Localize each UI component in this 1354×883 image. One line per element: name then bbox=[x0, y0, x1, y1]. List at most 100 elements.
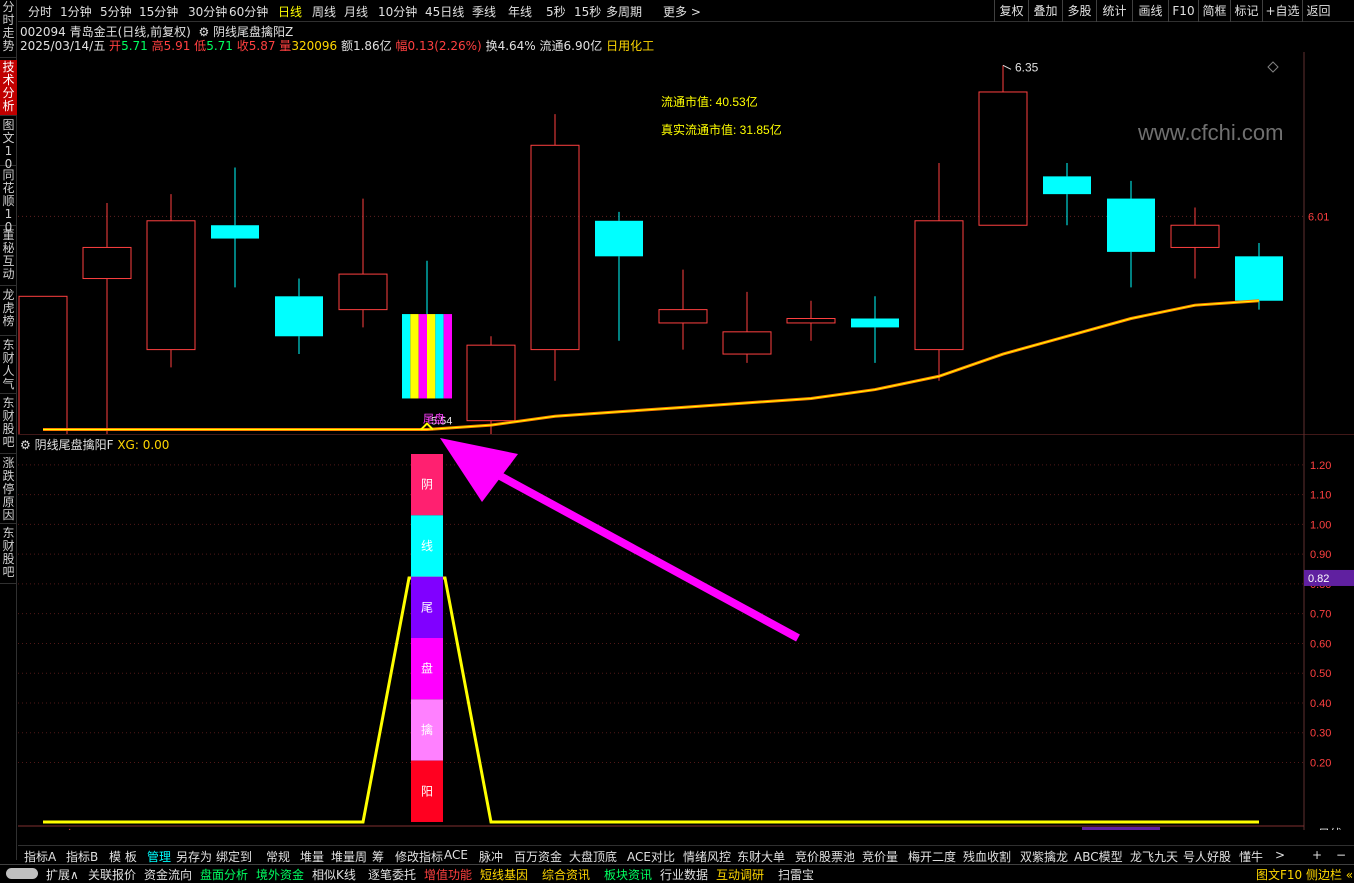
period-tab[interactable]: 周线 bbox=[312, 3, 336, 20]
indicator-tab[interactable]: 模 板 bbox=[109, 848, 137, 865]
indicator-tab[interactable]: ACE对比 bbox=[627, 848, 675, 865]
status-bar-item[interactable]: 综合资讯 bbox=[542, 866, 590, 883]
sector-name[interactable]: 日用化工 bbox=[606, 39, 654, 53]
status-bar-item[interactable]: 扫雷宝 bbox=[778, 866, 814, 883]
status-bar-item[interactable]: 扩展∧ bbox=[46, 866, 79, 883]
top-right-button[interactable]: F10 bbox=[1168, 0, 1198, 22]
indicator-tab[interactable]: 竞价股票池 bbox=[795, 848, 855, 865]
left-tab[interactable]: 董秘互动 bbox=[0, 228, 17, 286]
toggle-switch[interactable] bbox=[6, 868, 38, 879]
period-tab[interactable]: 5秒 bbox=[546, 3, 566, 20]
top-right-button[interactable]: 标记 bbox=[1230, 0, 1262, 22]
indicator-tab[interactable]: 百万资金 bbox=[514, 848, 562, 865]
status-bar-item[interactable]: 行业数据 bbox=[660, 866, 708, 883]
status-bar-item[interactable]: 增值功能 bbox=[424, 866, 472, 883]
candle[interactable] bbox=[658, 269, 708, 350]
candle[interactable] bbox=[722, 291, 772, 363]
candle[interactable] bbox=[466, 336, 516, 434]
status-bar-item[interactable]: 盘面分析 bbox=[200, 866, 248, 883]
status-bar-item[interactable]: 板块资讯 bbox=[604, 866, 652, 883]
top-right-button[interactable]: +自选 bbox=[1262, 0, 1302, 22]
diamond-icon[interactable] bbox=[1267, 61, 1279, 73]
period-tab[interactable]: 日线 bbox=[278, 3, 302, 20]
period-tab[interactable]: 5分钟 bbox=[100, 3, 132, 20]
status-bar-item[interactable]: 关联报价 bbox=[88, 866, 136, 883]
remove-indicator-button[interactable]: − bbox=[1336, 848, 1346, 862]
indicator-tab[interactable]: 指标B bbox=[66, 848, 98, 865]
left-tab[interactable]: 东财人气 bbox=[0, 338, 17, 394]
indicator-tab[interactable]: 东财大单 bbox=[737, 848, 785, 865]
indicator-tab[interactable]: 修改指标 bbox=[395, 848, 443, 865]
period-label[interactable]: 日线 bbox=[1318, 827, 1342, 830]
indicator-tab[interactable]: 堆量 bbox=[300, 848, 324, 865]
left-tab[interactable]: 同花顺10 bbox=[0, 168, 17, 234]
status-bar-item[interactable]: 互动调研 bbox=[716, 866, 764, 883]
candle[interactable] bbox=[530, 114, 580, 381]
top-right-button[interactable]: 返回 bbox=[1302, 0, 1334, 22]
status-bar-item[interactable]: 境外资金 bbox=[256, 866, 304, 883]
indicator-tab[interactable]: 残血收割 bbox=[963, 848, 1011, 865]
period-tab[interactable]: 15秒 bbox=[574, 3, 601, 20]
indicator-tab[interactable]: 情绪风控 bbox=[683, 848, 731, 865]
candle[interactable] bbox=[914, 163, 964, 381]
indicator-tab[interactable]: 管理 bbox=[147, 848, 171, 865]
status-bar-item[interactable]: 逐笔委托 bbox=[368, 866, 416, 883]
candle[interactable] bbox=[1235, 243, 1283, 310]
sub-indicator-chart[interactable]: 1.201.101.000.900.800.700.600.500.400.30… bbox=[18, 434, 1354, 830]
indicator-tab[interactable]: 绑定到 bbox=[216, 848, 252, 865]
period-tab[interactable]: 1分钟 bbox=[60, 3, 92, 20]
left-tab[interactable]: 技术分析 bbox=[0, 60, 17, 116]
indicator-tab[interactable]: > bbox=[1275, 848, 1285, 862]
indicator-tab[interactable]: 龙飞九天 bbox=[1130, 848, 1178, 865]
candle[interactable] bbox=[275, 278, 323, 355]
top-right-button[interactable]: 复权 bbox=[994, 0, 1028, 22]
period-tab[interactable]: 30分钟 bbox=[188, 3, 227, 20]
status-right-links[interactable]: 图文F10 侧边栏 « bbox=[1256, 866, 1353, 883]
indicator-tab[interactable]: 脉冲 bbox=[479, 848, 503, 865]
indicator-tab[interactable]: 大盘顶底 bbox=[569, 848, 617, 865]
top-right-button[interactable]: 统计 bbox=[1096, 0, 1132, 22]
top-right-button[interactable]: 多股 bbox=[1062, 0, 1096, 22]
candle[interactable] bbox=[146, 194, 196, 368]
left-tab[interactable]: 龙虎榜 bbox=[0, 288, 17, 336]
indicator-tab[interactable]: 堆量周 bbox=[331, 848, 367, 865]
candle[interactable] bbox=[82, 203, 132, 434]
left-tab[interactable]: 分时走势 bbox=[0, 0, 17, 58]
period-tab[interactable]: 10分钟 bbox=[378, 3, 417, 20]
left-tab[interactable]: 图文10 bbox=[0, 118, 17, 171]
candle[interactable] bbox=[402, 260, 452, 399]
candle[interactable] bbox=[1170, 207, 1220, 279]
indicator-tab[interactable]: 梅开二度 bbox=[908, 848, 956, 865]
indicator-tab[interactable]: 懂牛 bbox=[1239, 848, 1263, 865]
period-tab[interactable]: 45日线 bbox=[425, 3, 464, 20]
candle[interactable] bbox=[338, 198, 388, 328]
left-tab[interactable]: 涨跌停原因 bbox=[0, 456, 17, 524]
period-tab[interactable]: 分时 bbox=[28, 3, 52, 20]
indicator-tab[interactable]: 筹 bbox=[372, 848, 384, 865]
top-right-button[interactable]: 简框 bbox=[1198, 0, 1230, 22]
period-tab[interactable]: 更多 > bbox=[663, 3, 701, 20]
candle[interactable] bbox=[786, 300, 836, 341]
left-tab[interactable]: 东财股吧 bbox=[0, 526, 17, 584]
period-tab[interactable]: 60分钟 bbox=[229, 3, 268, 20]
candle[interactable] bbox=[595, 211, 643, 341]
indicator-tab[interactable]: 竞价量 bbox=[862, 848, 898, 865]
candle[interactable] bbox=[1107, 180, 1155, 288]
period-tab[interactable]: 月线 bbox=[344, 3, 368, 20]
period-tab[interactable]: 季线 bbox=[472, 3, 496, 20]
top-right-button[interactable]: 叠加 bbox=[1028, 0, 1062, 22]
indicator-tab[interactable]: 号人好股 bbox=[1183, 848, 1231, 865]
status-bar-item[interactable]: 短线基因 bbox=[480, 866, 528, 883]
indicator-tab[interactable]: 双紫擒龙 bbox=[1020, 848, 1068, 865]
status-bar-item[interactable]: 资金流向 bbox=[144, 866, 192, 883]
candle[interactable] bbox=[211, 167, 259, 288]
period-tab[interactable]: 年线 bbox=[508, 3, 532, 20]
left-tab[interactable]: 东财股吧 bbox=[0, 396, 17, 454]
add-indicator-button[interactable]: + bbox=[1312, 848, 1322, 862]
candlestick-chart[interactable]: 流通市值: 40.53亿真实流通市值: 31.85亿 www.cfchi.com 6… bbox=[18, 52, 1354, 434]
candle[interactable] bbox=[978, 65, 1028, 226]
indicator-tab[interactable]: ACE bbox=[444, 848, 468, 862]
candle[interactable] bbox=[18, 295, 68, 434]
indicator-tab[interactable]: 另存为 bbox=[176, 848, 212, 865]
indicator-tab[interactable]: 指标A bbox=[24, 848, 56, 865]
